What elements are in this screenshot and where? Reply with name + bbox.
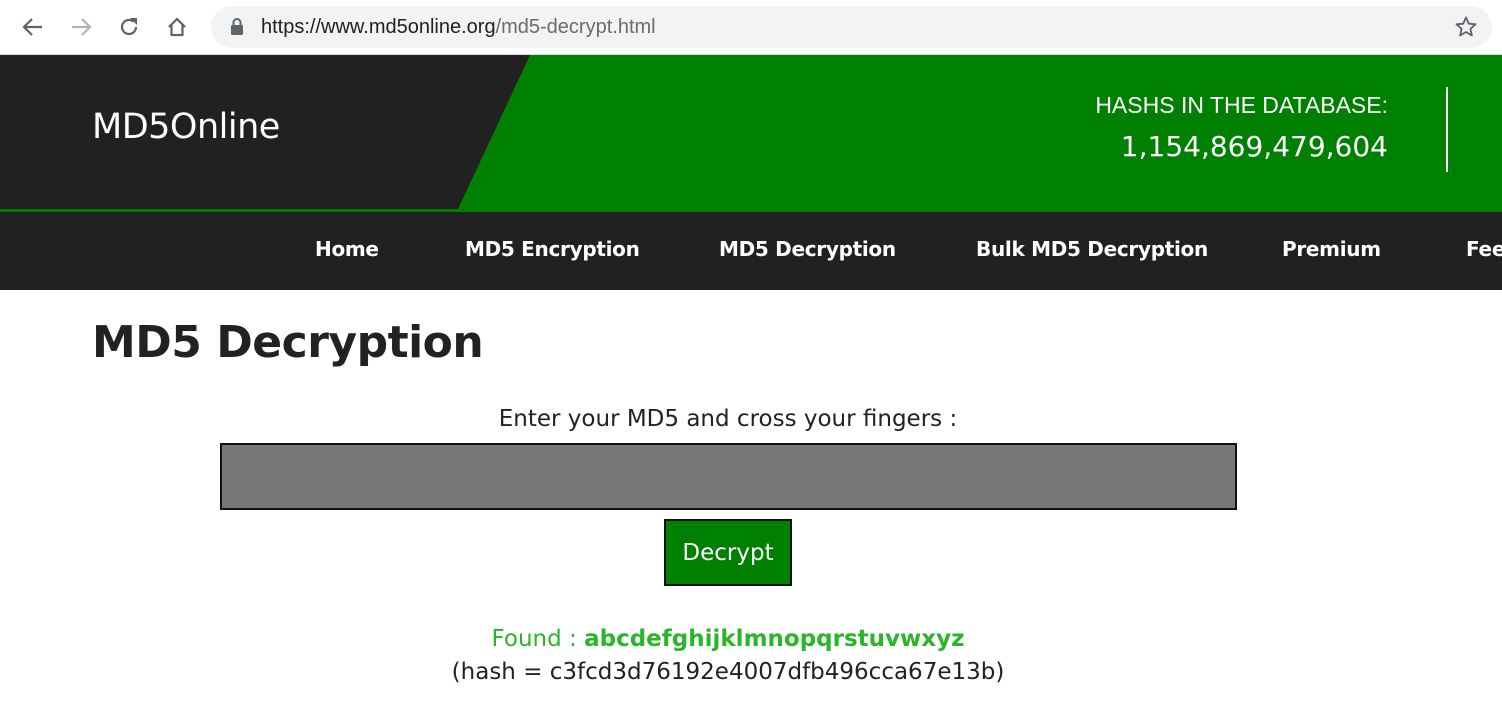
home-button[interactable] — [160, 10, 194, 44]
header-divider — [1446, 87, 1448, 172]
home-icon — [168, 17, 186, 37]
nav-item-fee[interactable]: Fee — [1466, 237, 1502, 261]
nav-item-md5-decryption[interactable]: MD5 Decryption — [719, 237, 896, 261]
md5-input[interactable] — [220, 443, 1237, 510]
address-bar[interactable]: https://www.md5online.org/md5-decrypt.ht… — [211, 6, 1492, 48]
browser-toolbar: https://www.md5online.org/md5-decrypt.ht… — [0, 0, 1502, 55]
url-path: /md5-decrypt.html — [495, 16, 656, 38]
page-title: MD5 Decryption — [92, 317, 484, 368]
main-nav: Home MD5 Encryption MD5 Decryption Bulk … — [0, 212, 1502, 290]
result-prefix: Found : — [491, 626, 585, 652]
nav-item-premium[interactable]: Premium — [1282, 237, 1381, 261]
site-logo[interactable]: MD5Online — [92, 107, 280, 147]
arrow-left-icon — [22, 18, 42, 36]
nav-item-home[interactable]: Home — [315, 237, 379, 261]
result-value: abcdefghijklmnopqrstuvwxyz — [584, 626, 965, 652]
lock-icon — [231, 18, 243, 35]
md5-prompt: Enter your MD5 and cross your fingers : — [498, 406, 958, 432]
hash-count-value: 1,154,869,479,604 — [1120, 130, 1388, 163]
arrow-right-icon — [72, 18, 92, 36]
hash-count-label: HASHS IN THE DATABASE: — [1095, 92, 1388, 118]
reload-icon — [120, 18, 138, 36]
reload-button[interactable] — [112, 10, 146, 44]
star-icon[interactable] — [1454, 15, 1478, 39]
url-host: https://www.md5online.org — [261, 16, 496, 38]
forward-button[interactable] — [64, 10, 98, 44]
url-text: https://www.md5online.org/md5-decrypt.ht… — [261, 16, 656, 39]
result-line: Found : abcdefghijklmnopqrstuvwxyz — [228, 626, 1228, 652]
site-header: MD5Online HASHS IN THE DATABASE: 1,154,8… — [0, 55, 1502, 212]
hash-line: (hash = c3fcd3d76192e4007dfb496cca67e13b… — [451, 659, 1005, 685]
nav-item-md5-encryption[interactable]: MD5 Encryption — [465, 237, 640, 261]
decrypt-button[interactable]: Decrypt — [664, 519, 792, 586]
back-button[interactable] — [16, 10, 50, 44]
nav-item-bulk-md5-decryption[interactable]: Bulk MD5 Decryption — [976, 237, 1208, 261]
